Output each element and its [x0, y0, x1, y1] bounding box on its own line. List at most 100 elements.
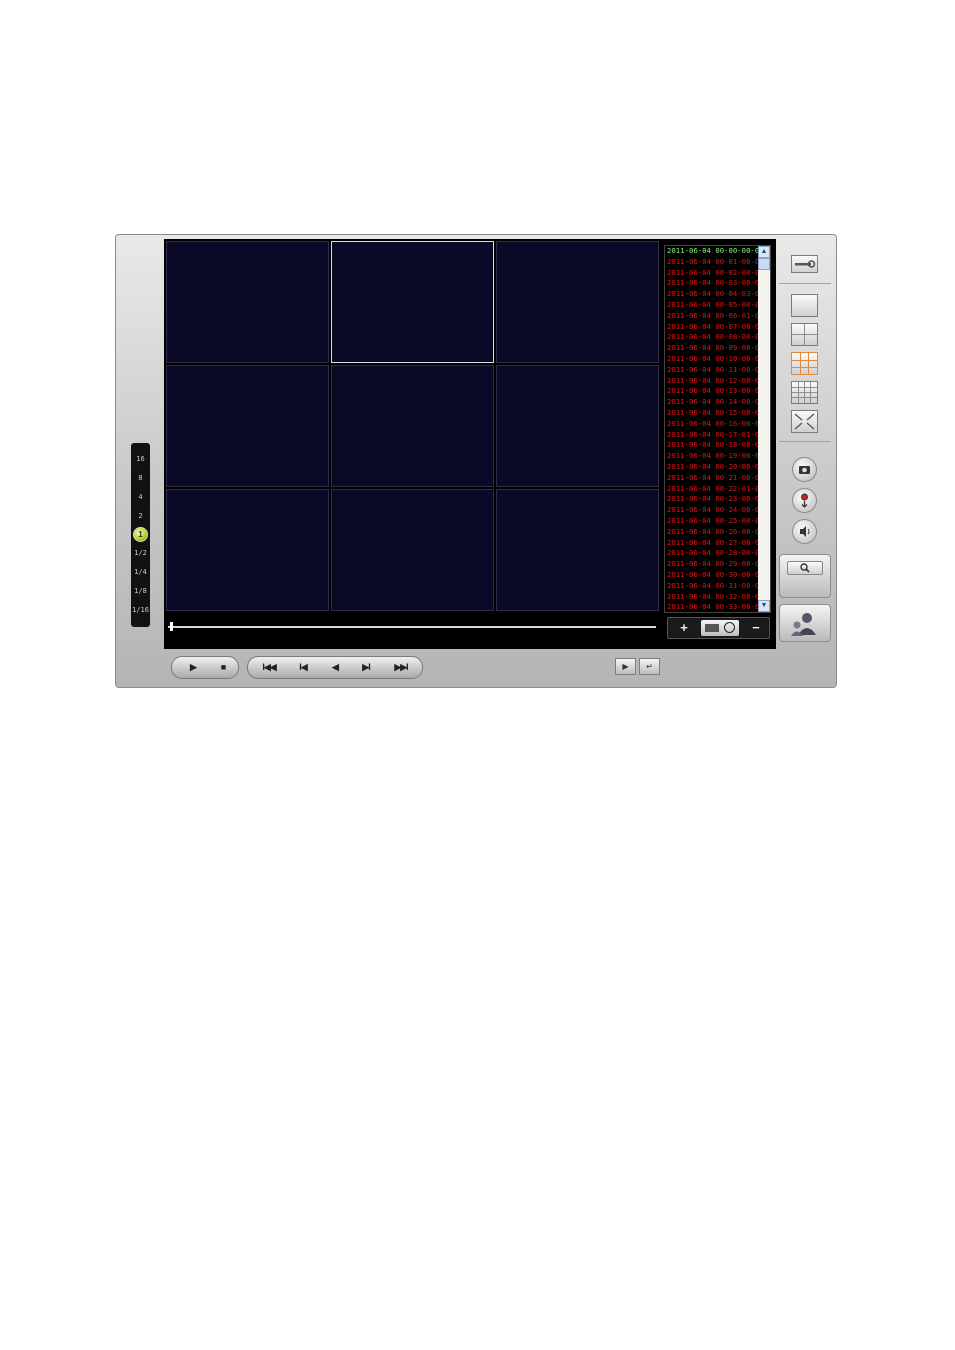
layout-9-button[interactable] [791, 352, 818, 375]
user-button[interactable] [779, 604, 831, 642]
record-item[interactable]: 2011-06-04 00-12-00-0 [665, 376, 759, 387]
video-cell[interactable] [496, 241, 659, 363]
time-search-button[interactable] [701, 620, 739, 636]
record-item[interactable]: 2011-06-04 00-14-00-0 [665, 397, 759, 408]
record-list-controls: + − [667, 617, 770, 639]
record-item[interactable]: 2011-06-04 00-10-00-0 [665, 354, 759, 365]
speed-tick[interactable]: 16 [131, 455, 150, 464]
speed-knob[interactable]: 1 [133, 527, 148, 542]
audio-button[interactable] [792, 519, 817, 544]
scroll-down-icon[interactable]: ▼ [758, 600, 770, 612]
speaker-icon [800, 526, 810, 537]
record-item[interactable]: 2011-06-04 00-02-00-0 [665, 268, 759, 279]
record-item[interactable]: 2011-06-04 00-04-03-0 [665, 289, 759, 300]
next-frame-button[interactable]: ▶I [351, 659, 381, 676]
clock-icon [724, 622, 735, 633]
video-cell[interactable] [166, 489, 329, 611]
enter-button[interactable]: ↵ [639, 658, 660, 675]
record-item[interactable]: 2011-06-04 00-05-00-0 [665, 300, 759, 311]
speed-tick[interactable]: 4 [131, 493, 150, 502]
play-controls: ▶ ■ [171, 656, 239, 679]
remove-button[interactable]: − [746, 620, 766, 636]
layout-16-button[interactable] [791, 381, 818, 404]
record-item[interactable]: 2011-06-04 00-22-01-0 [665, 484, 759, 495]
record-item[interactable]: 2011-06-04 00-13-00-0 [665, 386, 759, 397]
record-scrollbar[interactable]: ▲ ▼ [758, 246, 770, 612]
record-item[interactable]: 2011-06-04 00-29-00-0 [665, 559, 759, 570]
stop-button[interactable]: ■ [210, 659, 236, 676]
fullscreen-button[interactable] [791, 410, 818, 433]
wrench-icon [795, 260, 816, 268]
record-item[interactable]: 2011-06-04 00-00-00-0 [665, 246, 759, 257]
scroll-thumb[interactable] [758, 258, 770, 270]
record-item[interactable]: 2011-06-04 00-26-00-0 [665, 527, 759, 538]
video-screen: 2011-06-04 00-00-00-0 2011-06-04 00-01-00… [164, 239, 776, 649]
add-button[interactable]: + [674, 620, 694, 636]
record-item[interactable]: 2011-06-04 00-16-00-0 [665, 419, 759, 430]
record-button[interactable] [792, 488, 817, 513]
record-item[interactable]: 2011-06-04 00-08-00-0 [665, 332, 759, 343]
fullscreen-icon [794, 413, 815, 430]
search-button[interactable] [779, 554, 831, 598]
video-cell[interactable] [166, 365, 329, 487]
record-item[interactable]: 2011-06-04 00-19-00-0 [665, 451, 759, 462]
record-list[interactable]: 2011-06-04 00-00-00-0 2011-06-04 00-01-00… [664, 245, 771, 613]
record-item[interactable]: 2011-06-04 00-24-00-0 [665, 505, 759, 516]
record-item[interactable]: 2011-06-04 00-25-00-0 [665, 516, 759, 527]
export-button[interactable]: ▶ [615, 658, 636, 675]
record-item[interactable]: 2011-06-04 00-17-01-0 [665, 430, 759, 441]
first-button[interactable]: I◀◀ [254, 659, 284, 676]
settings-button[interactable] [791, 255, 818, 273]
record-item[interactable]: 2011-06-04 00-15-00-0 [665, 408, 759, 419]
record-item[interactable]: 2011-06-04 00-07-00-0 [665, 322, 759, 333]
layout-1-button[interactable] [791, 294, 818, 317]
playback-window: 16 8 4 2 1 1/2 1/4 1/8 1/16 2011-06-04 00-00-00-… [115, 234, 837, 688]
record-item[interactable]: 2011-06-04 00-11-00-0 [665, 365, 759, 376]
speed-tick[interactable]: 1/2 [131, 549, 150, 558]
record-item[interactable]: 2011-06-04 00-33-00-0 [665, 602, 759, 612]
record-item[interactable]: 2011-06-04 00-30-00-0 [665, 570, 759, 581]
video-cell[interactable] [166, 241, 329, 363]
prev-frame-button[interactable]: I◀ [288, 659, 318, 676]
record-item[interactable]: 2011-06-04 00-18-00-0 [665, 440, 759, 451]
speed-tick[interactable]: 2 [131, 512, 150, 521]
video-cell[interactable] [331, 365, 494, 487]
record-item[interactable]: 2011-06-04 00-06-01-0 [665, 311, 759, 322]
speed-tick[interactable]: 1/4 [131, 568, 150, 577]
video-cell[interactable] [331, 241, 494, 363]
video-cell[interactable] [496, 489, 659, 611]
record-item[interactable]: 2011-06-04 00-01-00-0 [665, 257, 759, 268]
play-button[interactable]: ▶ [180, 659, 206, 676]
record-item[interactable]: 2011-06-04 00-28-00-0 [665, 548, 759, 559]
speed-tick[interactable]: 1/8 [131, 587, 150, 596]
snapshot-button[interactable] [792, 457, 817, 482]
video-cell[interactable] [496, 365, 659, 487]
last-button[interactable]: ▶▶I [384, 659, 418, 676]
progress-bar[interactable] [168, 617, 658, 639]
progress-track[interactable] [168, 626, 656, 628]
record-item[interactable]: 2011-06-04 00-23-00-0 [665, 494, 759, 505]
record-icon [801, 493, 808, 508]
seek-controls: I◀◀ I◀ ◀ ▶I ▶▶I [247, 656, 423, 679]
record-item[interactable]: 2011-06-04 00-32-00-0 [665, 592, 759, 603]
record-item[interactable]: 2011-06-04 00-21-00-0 [665, 473, 759, 484]
video-grid [166, 241, 660, 613]
user-icon [791, 613, 816, 636]
speed-tick[interactable]: 1/16 [131, 606, 150, 615]
camera-icon [799, 466, 810, 474]
record-item[interactable]: 2011-06-04 00-03-00-0 [665, 278, 759, 289]
speed-slider[interactable]: 16 8 4 2 1 1/2 1/4 1/8 1/16 [131, 443, 150, 627]
search-icon [787, 561, 823, 575]
record-item[interactable]: 2011-06-04 00-20-00-0 [665, 462, 759, 473]
progress-handle[interactable] [170, 622, 173, 631]
record-item[interactable]: 2011-06-04 00-27-00-0 [665, 538, 759, 549]
video-cell[interactable] [331, 489, 494, 611]
speed-tick[interactable]: 8 [131, 474, 150, 483]
record-item[interactable]: 2011-06-04 00-09-00-0 [665, 343, 759, 354]
right-toolbar [779, 241, 831, 642]
video-icon [705, 624, 719, 632]
record-item[interactable]: 2011-06-04 00-31-00-0 [665, 581, 759, 592]
step-back-button[interactable]: ◀ [320, 659, 350, 676]
scroll-up-icon[interactable]: ▲ [758, 246, 770, 258]
layout-4-button[interactable] [791, 323, 818, 346]
